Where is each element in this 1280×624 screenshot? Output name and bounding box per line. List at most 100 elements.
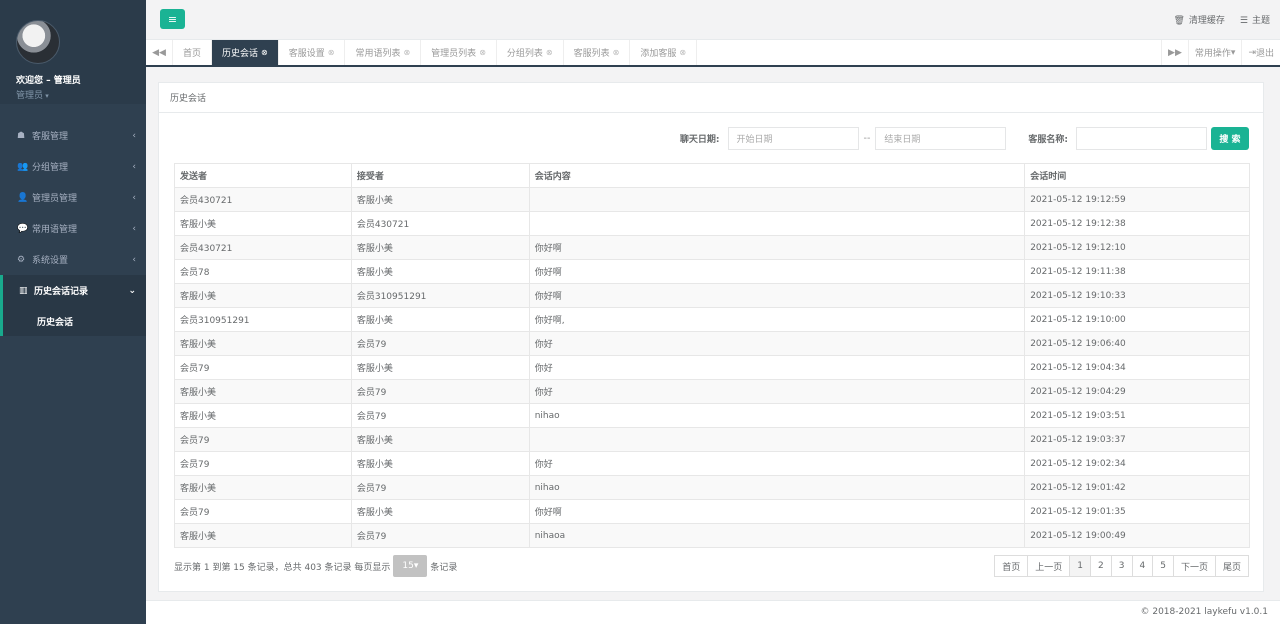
table-row[interactable]: 会员310951291 客服小美 你好啊, 2021-05-12 19:10:00 [174,307,1250,332]
close-icon[interactable]: ⊗ [613,48,620,57]
content-cell: 你好啊 [528,259,1026,284]
table-row[interactable]: 客服小美 会员79 你好 2021-05-12 19:04:29 [174,379,1250,404]
prev-page-button[interactable]: 上一页 [1027,555,1071,577]
content-cell [528,187,1026,212]
avatar[interactable] [16,20,60,64]
close-icon[interactable]: ⊗ [328,48,335,57]
column-header-receiver[interactable]: 接受者 [350,163,530,188]
table-row[interactable]: 客服小美 会员430721 2021-05-12 19:12:38 [174,211,1250,236]
tab-add-agent[interactable]: 添加客服 ⊗ [630,40,698,65]
table-row[interactable]: 会员79 客服小美 你好 2021-05-12 19:04:34 [174,355,1250,380]
sidebar-menu: ☗ 客服管理 ‹ 👥 分组管理 ‹ 👤 管理员管理 ‹ 💬 常用语管理 ‹ ⚙ 系统设置 ‹ ▥ 历史会话记录 ⌄… [0,120,146,336]
first-page-button[interactable]: 首页 [994,555,1029,577]
theme-label: 主题 [1251,16,1270,26]
time-cell: 2021-05-12 19:10:00 [1024,307,1250,332]
table-row[interactable]: 会员78 客服小美 你好啊 2021-05-12 19:11:38 [174,259,1250,284]
receiver-cell: 会员79 [350,331,530,356]
next-page-button[interactable]: 下一页 [1172,555,1216,577]
page-size-value: 15 [402,561,414,571]
tab-phrases-list[interactable]: 常用语列表 ⊗ [345,40,422,65]
sender-cell: 会员79 [174,451,352,476]
sender-cell: 客服小美 [174,523,352,548]
table-row[interactable]: 客服小美 会员310951291 你好啊 2021-05-12 19:10:33 [174,283,1250,308]
chevron-icon: ‹ [132,192,136,203]
time-cell: 2021-05-12 19:01:35 [1024,499,1250,524]
table-row[interactable]: 会员79 客服小美 你好 2021-05-12 19:02:34 [174,451,1250,476]
close-icon[interactable]: ⊗ [546,48,553,57]
table-row[interactable]: 客服小美 会员79 nihaoa 2021-05-12 19:00:49 [174,523,1250,548]
common-ops-label: 常用操作 [1194,49,1231,59]
column-header-content[interactable]: 会话内容 [528,163,1026,188]
table-row[interactable]: 客服小美 会员79 你好 2021-05-12 19:06:40 [174,331,1250,356]
receiver-cell: 客服小美 [350,499,530,524]
start-date-input[interactable]: 开始日期 [727,127,859,150]
tab-group-list[interactable]: 分组列表 ⊗ [497,40,564,65]
page-button-3[interactable]: 3 [1110,555,1133,577]
common-ops-dropdown[interactable]: 常用操作 ▾ [1187,40,1242,65]
tab-home[interactable]: 首页 [173,40,213,65]
sidebar-item-group[interactable]: 👥 分组管理 ‹ [0,151,146,182]
role-dropdown[interactable]: 管理员 ▾ [16,88,146,101]
last-page-button[interactable]: 尾页 [1214,555,1249,577]
sidebar-item-phrases[interactable]: 💬 常用语管理 ‹ [0,213,146,244]
tab-admin-list[interactable]: 管理员列表 ⊗ [421,40,497,65]
sidebar-subitem-history-chat[interactable]: 历史会话 [0,306,146,336]
sender-cell: 会员310951291 [174,307,352,332]
tab-label: 首页 [183,49,202,59]
tab-history[interactable]: 历史会话 ⊗ [212,40,279,65]
end-date-input[interactable]: 结束日期 [875,127,1007,150]
receiver-cell: 客服小美 [350,235,530,260]
list-icon: ☰ [1239,16,1248,26]
close-icon[interactable]: ⊗ [479,48,486,57]
comments-icon: 💬 [17,223,29,234]
content-cell: nihao [528,403,1026,428]
column-header-time[interactable]: 会话时间 [1024,163,1250,188]
table-row[interactable]: 会员79 客服小美 你好啊 2021-05-12 19:01:35 [174,499,1250,524]
table-row[interactable]: 会员79 客服小美 2021-05-12 19:03:37 [174,427,1250,452]
clear-cache-button[interactable]: 🗑 清理缓存 [1173,13,1224,26]
theme-button[interactable]: ☰ 主题 [1240,13,1270,26]
close-icon[interactable]: ⊗ [403,48,410,57]
table-row[interactable]: 客服小美 会员79 nihao 2021-05-12 19:03:51 [174,403,1250,428]
sidebar-item-history[interactable]: ▥ 历史会话记录 ⌄ [0,275,146,306]
sender-cell: 客服小美 [174,331,352,356]
time-cell: 2021-05-12 19:03:51 [1024,403,1250,428]
history-panel: 历史会话 聊天日期: 开始日期 -- 结束日期 客服名称: 搜 索 发送者 接受… [158,82,1264,592]
receiver-cell: 客服小美 [350,427,530,452]
sidebar-item-admin[interactable]: 👤 管理员管理 ‹ [0,182,146,213]
logout-button[interactable]: ⇥ 退出 [1241,40,1280,65]
tab-agent-list[interactable]: 客服列表 ⊗ [564,40,631,65]
tabs-next-button[interactable]: ▶▶ [1161,40,1188,65]
content-cell [528,427,1026,452]
page-button-5[interactable]: 5 [1152,555,1174,577]
top-navbar: ≡ 🗑 清理缓存 ☰ 主题 [146,0,1280,40]
table-row[interactable]: 会员430721 客服小美 2021-05-12 19:12:59 [174,187,1250,212]
sender-cell: 客服小美 [174,283,352,308]
tab-agent-settings[interactable]: 客服设置 ⊗ [279,40,346,65]
page-size-dropdown[interactable]: 15 ▾ [393,555,428,577]
receiver-cell: 会员79 [350,475,530,500]
close-icon[interactable]: ⊗ [261,48,268,57]
table-row[interactable]: 客服小美 会员79 nihao 2021-05-12 19:01:42 [174,475,1250,500]
page-button-1[interactable]: 1 [1069,555,1092,577]
close-icon[interactable]: ⊗ [679,48,686,57]
content-cell: 你好 [528,451,1026,476]
sidebar-item-agent[interactable]: ☗ 客服管理 ‹ [0,120,146,151]
sidebar-item-label: 历史会话记录 [34,287,89,297]
search-button[interactable]: 搜 索 [1211,127,1249,150]
tab-label: 分组列表 [506,49,543,59]
table-row[interactable]: 会员430721 客服小美 你好啊 2021-05-12 19:12:10 [174,235,1250,260]
tabs-controls: ▶▶ 常用操作 ▾ ⇥ 退出 [1161,40,1280,65]
chevron-icon: ‹ [132,161,136,172]
page-button-2[interactable]: 2 [1090,555,1112,577]
menu-toggle-button[interactable]: ≡ [160,9,185,29]
agent-name-input[interactable] [1076,127,1207,150]
sign-out-icon: ⇥ [1248,47,1256,58]
page-button-4[interactable]: 4 [1131,555,1154,577]
column-header-sender[interactable]: 发送者 [174,163,352,188]
time-cell: 2021-05-12 19:12:38 [1024,211,1250,236]
chevron-icon: ⌄ [128,285,136,296]
tabs-prev-button[interactable]: ◀◀ [146,40,173,65]
time-cell: 2021-05-12 19:04:34 [1024,355,1250,380]
sidebar-item-settings[interactable]: ⚙ 系统设置 ‹ [0,244,146,275]
